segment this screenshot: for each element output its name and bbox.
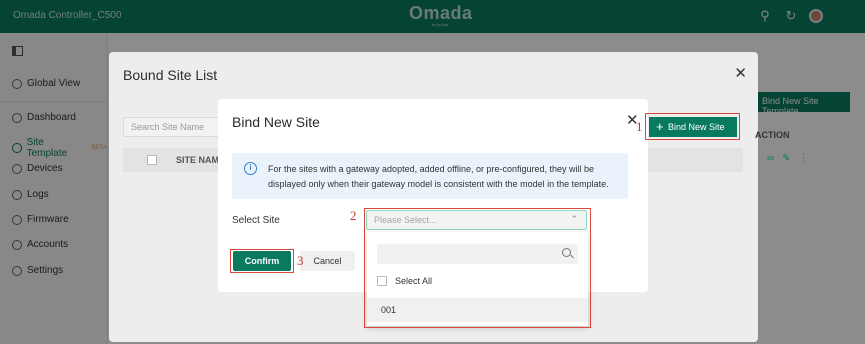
- info-text: For the sites with a gateway adopted, ad…: [268, 164, 609, 189]
- annotation-box-3: [230, 249, 294, 273]
- link-icon[interactable]: ∞: [767, 153, 774, 164]
- edit-icon[interactable]: ✎: [782, 153, 790, 164]
- dialog-title: Bind New Site: [232, 114, 320, 130]
- info-icon: i: [244, 162, 257, 175]
- select-site-label: Select Site: [232, 215, 280, 226]
- select-all-checkbox[interactable]: [147, 155, 157, 165]
- annotation-box-2: [364, 208, 591, 328]
- more-icon[interactable]: ⋮: [799, 153, 809, 164]
- search-site-input[interactable]: Search Site Name: [123, 117, 233, 137]
- cancel-button[interactable]: Cancel: [300, 251, 355, 271]
- panel-title: Bound Site List: [123, 67, 218, 83]
- row-actions: ∞ ✎ ⋮: [767, 153, 809, 164]
- annotation-number-1: 1: [636, 119, 643, 134]
- close-icon[interactable]: ✕: [734, 64, 747, 82]
- annotation-number-3: 3: [297, 253, 304, 268]
- action-column-header: ACTION: [755, 130, 790, 140]
- annotation-number-2: 2: [350, 208, 357, 223]
- info-banner: i For the sites with a gateway adopted, …: [232, 153, 628, 199]
- annotation-box-1: [645, 113, 740, 140]
